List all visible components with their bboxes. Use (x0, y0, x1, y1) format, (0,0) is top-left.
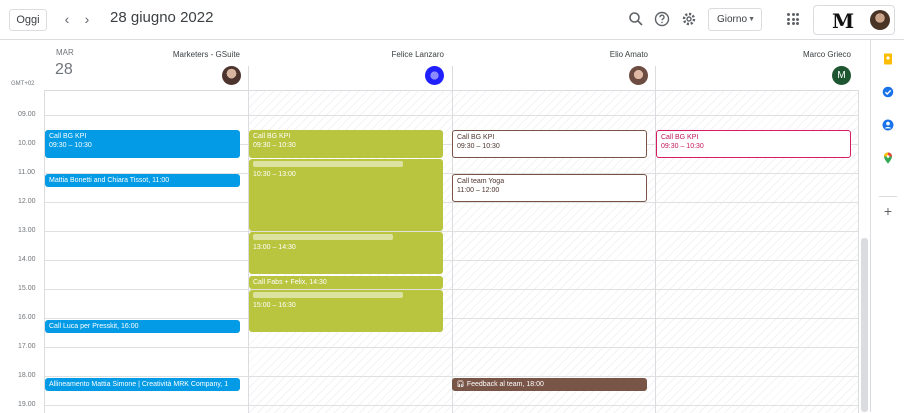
chevron-down-icon: ▼ (748, 16, 755, 23)
event-call-bg-kpi[interactable]: Call BG KPI 09:30 – 10:30 (656, 130, 851, 158)
event-time: 09:30 – 10:30 (457, 143, 500, 150)
event-time: 15:00 – 16:30 (253, 302, 296, 309)
hour-label: 19.00 (18, 401, 36, 408)
headphones-icon: 🎧︎ (456, 381, 465, 388)
hour-label: 13.00 (18, 227, 36, 234)
resource-name: Elio Amato (609, 50, 648, 59)
redacted-title (253, 161, 403, 167)
contacts-icon[interactable] (882, 119, 894, 131)
side-panel: + (870, 40, 904, 412)
resource-avatar[interactable]: M (832, 66, 851, 85)
resource-avatar[interactable] (425, 66, 444, 85)
add-icon[interactable]: + (882, 204, 894, 218)
day-of-week: MAR (56, 48, 74, 57)
event-time: 09:30 – 10:30 (49, 142, 92, 149)
event-time: 11:00 – 12:00 (457, 187, 500, 194)
event-call-bg-kpi[interactable]: Call BG KPI 09:30 – 10:30 (249, 130, 443, 158)
event-title: Call BG KPI (253, 133, 291, 140)
event-feedback-team[interactable]: 🎧︎ Feedback al team, 18:00 (452, 378, 647, 391)
settings-icon[interactable] (679, 9, 699, 29)
account-switcher[interactable]: M (813, 5, 895, 35)
event-call-team-yoga[interactable]: Call team Yoga 11:00 – 12:00 (452, 174, 647, 202)
event-private[interactable]: 15:00 – 16:30 (249, 290, 443, 332)
event-title: Call BG KPI (661, 134, 699, 141)
event-call-bg-kpi[interactable]: Call BG KPI 09:30 – 10:30 (452, 130, 647, 158)
redacted-title (253, 292, 403, 298)
user-avatar[interactable] (870, 10, 890, 30)
event-allineamento[interactable]: Allineamento Mattia Simone | Creatività … (45, 378, 240, 391)
resource-avatar[interactable] (629, 66, 648, 85)
event-time: 10:30 – 13:00 (253, 171, 296, 178)
apps-icon[interactable] (787, 13, 799, 25)
keep-icon[interactable] (882, 53, 894, 65)
next-day-button[interactable]: › (78, 10, 96, 28)
event-call-fabs-felix[interactable]: Call Fabs + Felix, 14:30 (249, 276, 443, 289)
top-bar: Oggi ‹ › 28 giugno 2022 Giorno ▼ M (0, 0, 904, 40)
current-date-title: 28 giugno 2022 (110, 9, 214, 26)
event-title: Allineamento Mattia Simone | Creatività … (49, 381, 229, 388)
hour-label: 18.00 (18, 372, 36, 379)
event-time: 13:00 – 14:30 (253, 244, 296, 251)
event-call-luca[interactable]: Call Luca per Presskit, 16:00 (45, 320, 240, 333)
redacted-title (253, 234, 393, 240)
event-time: 09:30 – 10:30 (661, 143, 704, 150)
maps-icon[interactable] (882, 152, 894, 164)
grid-scrollbar[interactable] (861, 238, 868, 412)
search-icon[interactable] (626, 9, 646, 29)
hour-label: 09.00 (18, 111, 36, 118)
event-call-bg-kpi[interactable]: Call BG KPI 09:30 – 10:30 (45, 130, 240, 158)
event-title: Feedback al team, 18:00 (466, 381, 544, 388)
event-title: Call Fabs + Felix, 14:30 (253, 279, 327, 286)
brand-logo: M (832, 9, 855, 33)
hour-label: 14.00 (18, 256, 36, 263)
hour-label: 11.00 (18, 169, 35, 176)
resource-name: Marketers - GSuite (172, 50, 240, 59)
hour-label: 17.00 (18, 343, 36, 350)
hour-label: 12.00 (18, 198, 36, 205)
prev-day-button[interactable]: ‹ (58, 10, 76, 28)
today-button[interactable]: Oggi (9, 9, 47, 31)
resource-avatar[interactable] (222, 66, 241, 85)
hour-label: 16.00 (18, 314, 36, 321)
resource-name: Felice Lanzaro (391, 50, 444, 59)
timezone-label: GMT+02 (11, 81, 35, 87)
hour-label: 15.00 (18, 285, 36, 292)
view-selector[interactable]: Giorno ▼ (708, 8, 762, 31)
help-icon[interactable] (652, 9, 672, 29)
event-title: Call team Yoga (457, 178, 505, 185)
hour-label: 10.00 (18, 140, 36, 147)
resource-name: Marco Grieco (802, 50, 851, 59)
event-title: Mattia Bonetti and Chiara Tissot, 11:00 (49, 177, 170, 184)
event-time: 09:30 – 10:30 (253, 142, 296, 149)
event-title: Call Luca per Presskit, 16:00 (49, 323, 139, 330)
tasks-icon[interactable] (882, 86, 894, 98)
event-private[interactable]: 10:30 – 13:00 (249, 159, 443, 231)
event-mattia-bonetti[interactable]: Mattia Bonetti and Chiara Tissot, 11:00 (45, 174, 240, 187)
event-title: Call BG KPI (49, 133, 87, 140)
view-selector-label: Giorno (717, 14, 748, 25)
event-title: Call BG KPI (457, 134, 495, 141)
day-number[interactable]: 28 (55, 61, 73, 79)
event-private[interactable]: 13:00 – 14:30 (249, 232, 443, 274)
